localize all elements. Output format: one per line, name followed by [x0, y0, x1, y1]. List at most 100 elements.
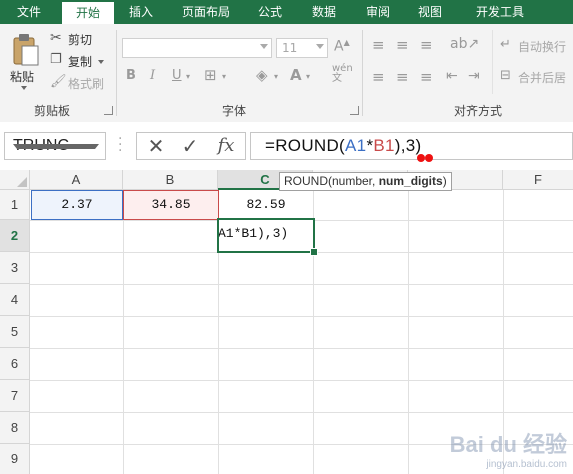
- phonetic-icon[interactable]: wén 文: [332, 64, 353, 84]
- font-size-value: 11: [282, 41, 298, 55]
- row-header-7[interactable]: 7: [0, 380, 30, 412]
- active-cell-c2[interactable]: A1*B1),3): [217, 218, 315, 253]
- fill-color-icon[interactable]: ◈: [256, 66, 268, 84]
- row-header-5[interactable]: 5: [0, 316, 30, 348]
- tab-view[interactable]: 视图: [408, 0, 452, 24]
- tab-formulas[interactable]: 公式: [248, 0, 292, 24]
- cancel-button[interactable]: ✕: [141, 134, 171, 158]
- align-right-icon[interactable]: ≡: [420, 68, 433, 86]
- select-all-button[interactable]: [0, 170, 30, 190]
- cell-b1[interactable]: 34.85: [123, 190, 219, 220]
- decrease-indent-icon[interactable]: ⇤: [446, 68, 458, 84]
- row-header-1[interactable]: 1: [0, 190, 30, 220]
- underline-button[interactable]: U: [172, 68, 182, 83]
- copy-button[interactable]: ❐ 复制: [50, 52, 110, 70]
- gridline: [123, 190, 124, 474]
- formula-bar: TRUNC · · · ✕ ✓ fx =ROUND(A1*B1),3): [0, 122, 573, 171]
- tab-insert[interactable]: 插入: [118, 0, 164, 24]
- font-launcher-icon[interactable]: [350, 106, 359, 115]
- row-header-8[interactable]: 8: [0, 412, 30, 444]
- gridline: [30, 284, 573, 285]
- wrap-text-button[interactable]: ↵ 自动换行: [500, 37, 573, 55]
- font-size-combo[interactable]: 11: [276, 38, 328, 58]
- gridline: [30, 380, 573, 381]
- worksheet-grid[interactable]: A B C F 1 2 3 4 5 6 7 8 9 2.37 34.85 82.…: [0, 170, 573, 474]
- annotation-dot: [425, 154, 433, 162]
- tab-developer[interactable]: 开发工具: [460, 0, 540, 24]
- enter-button[interactable]: ✓: [175, 134, 205, 158]
- chevron-down-icon[interactable]: [13, 144, 99, 149]
- format-painter-button[interactable]: 🖌 格式刷: [50, 74, 110, 92]
- fill-handle[interactable]: [310, 248, 318, 256]
- format-painter-label: 格式刷: [68, 77, 105, 91]
- bold-button[interactable]: B: [126, 68, 136, 83]
- gridline: [30, 316, 573, 317]
- font-name-combo[interactable]: [122, 38, 272, 58]
- cell-a1[interactable]: 2.37: [31, 190, 123, 220]
- drag-handle-icon[interactable]: · · ·: [118, 132, 122, 158]
- tab-page-layout[interactable]: 页面布局: [172, 0, 240, 24]
- chevron-down-icon[interactable]: [98, 60, 104, 64]
- clipboard-group-label: 剪贴板: [34, 104, 71, 118]
- formula-ref-b1: B1: [373, 136, 395, 155]
- merge-center-button[interactable]: ⊟ 合并后居: [500, 68, 573, 86]
- align-center-icon[interactable]: ≡: [396, 68, 409, 86]
- chevron-down-icon[interactable]: ▾: [274, 72, 278, 81]
- align-left-icon[interactable]: ≡: [372, 68, 385, 86]
- orientation-icon[interactable]: ab↗: [450, 36, 479, 52]
- group-divider: [116, 30, 117, 116]
- cell-c2-edit-text: A1*B1),3): [218, 226, 289, 241]
- chevron-down-icon[interactable]: ▾: [186, 72, 190, 81]
- function-tooltip: ROUND(number, num_digits): [279, 172, 452, 191]
- paintbrush-icon: 🖌: [50, 74, 67, 89]
- chevron-down-icon[interactable]: ▾: [306, 72, 310, 81]
- font-color-icon[interactable]: A: [290, 66, 302, 84]
- formula-ref-a1: A1: [345, 136, 367, 155]
- increase-indent-icon[interactable]: ⇥: [468, 68, 480, 84]
- font-group-label: 字体: [222, 104, 247, 118]
- tab-review[interactable]: 审阅: [356, 0, 400, 24]
- merge-center-label: 合并后居: [518, 71, 567, 85]
- align-top-icon[interactable]: ≡: [372, 36, 385, 54]
- paste-button[interactable]: 粘贴: [6, 30, 42, 96]
- wrap-text-label: 自动换行: [518, 40, 567, 54]
- name-box[interactable]: TRUNC: [4, 132, 106, 160]
- cut-label: 剪切: [68, 33, 93, 47]
- column-header-a[interactable]: A: [30, 170, 123, 190]
- copy-label: 复制: [68, 55, 93, 69]
- formula-buttons: ✕ ✓ fx: [136, 132, 246, 160]
- chevron-down-icon[interactable]: [21, 86, 27, 90]
- align-middle-icon[interactable]: ≡: [396, 36, 409, 54]
- alignment-group-label: 对齐方式: [454, 104, 503, 118]
- formula-input[interactable]: =ROUND(A1*B1),3): [250, 132, 573, 160]
- merge-icon: ⊟: [500, 68, 511, 83]
- gridline: [408, 190, 409, 474]
- clipboard-launcher-icon[interactable]: [104, 106, 113, 115]
- group-divider: [362, 30, 363, 116]
- tab-data[interactable]: 数据: [302, 0, 346, 24]
- cell-c1[interactable]: 82.59: [219, 190, 313, 220]
- borders-icon[interactable]: ⊞: [204, 66, 217, 84]
- italic-button[interactable]: I: [150, 68, 155, 83]
- row-header-9[interactable]: 9: [0, 444, 30, 474]
- column-header-b[interactable]: B: [123, 170, 218, 190]
- scissors-icon: ✂: [50, 30, 62, 46]
- wrap-text-icon: ↵: [500, 37, 511, 52]
- cut-button[interactable]: ✂ 剪切: [50, 30, 102, 48]
- align-bottom-icon[interactable]: ≡: [420, 36, 433, 54]
- paste-label: 粘贴: [10, 70, 35, 84]
- increase-font-icon[interactable]: A▲: [334, 38, 350, 55]
- chevron-down-icon[interactable]: ▾: [222, 72, 226, 81]
- tab-file[interactable]: 文件: [0, 0, 58, 24]
- group-divider: [492, 30, 493, 94]
- row-header-2[interactable]: 2: [0, 220, 30, 252]
- row-header-3[interactable]: 3: [0, 252, 30, 284]
- gridline: [30, 412, 573, 413]
- ribbon-tab-bar: 文件 开始 插入 页面布局 公式 数据 审阅 视图 开发工具: [0, 0, 573, 24]
- chevron-down-icon: [260, 44, 268, 49]
- row-header-6[interactable]: 6: [0, 348, 30, 380]
- row-header-4[interactable]: 4: [0, 284, 30, 316]
- tab-home[interactable]: 开始: [62, 2, 114, 24]
- column-header-f[interactable]: F: [503, 170, 573, 190]
- insert-function-button[interactable]: fx: [211, 134, 241, 158]
